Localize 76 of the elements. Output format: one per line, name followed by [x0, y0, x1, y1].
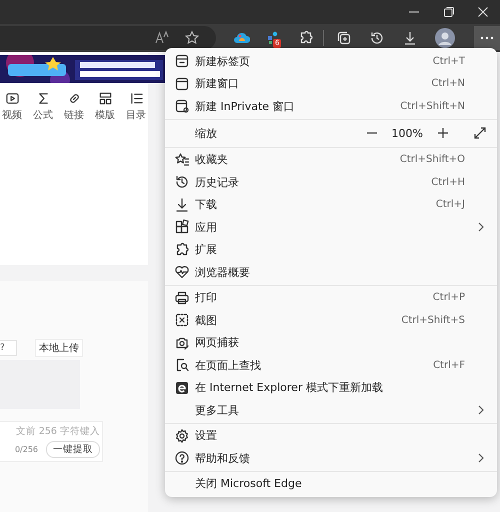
apps-icon: [174, 219, 190, 236]
ie-icon: [174, 380, 190, 396]
find-on-page-icon: [174, 357, 190, 374]
shortcut-text: Ctrl+Shift+O: [400, 154, 465, 166]
character-count: 0/256: [14, 445, 38, 454]
menu-item[interactable]: 截图 Ctrl+Shift+S: [165, 309, 497, 332]
more-icon: [480, 36, 494, 40]
extract-button[interactable]: 一键提取: [46, 441, 100, 458]
chevron-right-icon: [477, 405, 485, 416]
menu-item[interactable]: 打印 Ctrl+P: [165, 286, 497, 309]
chevron-right-icon: [477, 222, 485, 232]
restore-icon[interactable]: [443, 6, 455, 18]
cloud-icon[interactable]: [234, 31, 250, 45]
editor-tool-button[interactable]: 公式: [33, 91, 53, 122]
menu-item[interactable]: 应用: [165, 216, 497, 238]
shortcut-text: Ctrl+H: [431, 176, 465, 188]
editor-tool-button[interactable]: 目录: [126, 91, 146, 122]
shortcut-text: Ctrl+F: [433, 360, 465, 371]
outline-list-icon: [128, 91, 144, 106]
summary-field[interactable]: 文前 256 字符键入 0/256 一键提取: [0, 421, 103, 462]
editor-tool-button[interactable]: 视频: [2, 91, 22, 122]
collections-icon[interactable]: [336, 30, 352, 46]
menu-item[interactable]: 浏览器概要: [165, 261, 497, 284]
menu-item[interactable]: 新建 InPrivate 窗口 Ctrl+Shift+N: [165, 95, 497, 118]
menu-item[interactable]: 设置: [165, 424, 497, 447]
menu-item[interactable]: 历史记录 Ctrl+H: [165, 171, 497, 194]
editor-tool-button[interactable]: 链接: [64, 91, 84, 122]
zoom-level: 100%: [392, 126, 423, 140]
menu-item[interactable]: 扩展: [165, 238, 497, 261]
printer-icon: [174, 290, 190, 306]
inprivate-window-icon: [174, 98, 190, 114]
menu-item[interactable]: 网页捕获: [165, 332, 497, 354]
menu-item[interactable]: 下载 Ctrl+J: [165, 194, 497, 216]
shortcut-text: Ctrl+Shift+S: [401, 314, 465, 326]
layout-icon: [98, 91, 112, 106]
shortcut-text: Ctrl+N: [431, 78, 465, 90]
menu-item[interactable]: 更多工具: [165, 399, 497, 422]
history-icon[interactable]: [369, 30, 385, 46]
puzzle-icon[interactable]: [298, 30, 314, 46]
puzzle-icon: [174, 242, 190, 258]
help-icon: [174, 450, 190, 466]
settings-icon: [174, 428, 190, 444]
address-bar[interactable]: [0, 26, 216, 50]
more-menu-button[interactable]: [474, 26, 500, 50]
shortcut-text: Ctrl+T: [432, 56, 465, 67]
menu-item[interactable]: 关闭 Microsoft Edge: [165, 472, 497, 495]
upload-button[interactable]: 本地上传: [35, 339, 83, 357]
window-icon: [174, 76, 190, 92]
close-icon[interactable]: [477, 6, 489, 18]
menu-item[interactable]: 在页面上查找 Ctrl+F: [165, 354, 497, 376]
star-icon[interactable]: [184, 30, 200, 46]
shortcut-text: Ctrl+Shift+N: [400, 100, 465, 112]
editor-tool-button[interactable]: 模版: [95, 91, 115, 122]
video-icon: [4, 91, 20, 106]
download-icon[interactable]: [402, 30, 418, 46]
menu-item[interactable]: 在 Internet Explorer 模式下重新加载: [165, 376, 497, 399]
download-icon: [174, 196, 190, 213]
zoom-label: 缩放: [194, 126, 218, 140]
menu-item[interactable]: 新建标签页 Ctrl+T: [165, 50, 497, 72]
url-field[interactable]: ?: [0, 340, 17, 356]
read-aloud-icon[interactable]: [154, 30, 170, 46]
history-icon: [174, 174, 190, 190]
new-tab-icon: [174, 53, 190, 70]
zoom-in-icon[interactable]: [437, 127, 449, 139]
summary-placeholder: 文前 256 字符键入: [16, 425, 100, 438]
menu-item[interactable]: 帮助和反馈: [165, 447, 497, 470]
menu-item[interactable]: 收藏夹 Ctrl+Shift+O: [165, 148, 497, 171]
chevron-right-icon: [477, 453, 485, 464]
heart-pulse-icon: [174, 264, 190, 280]
menu-item[interactable]: 新建窗口 Ctrl+N: [165, 72, 497, 95]
fullscreen-icon[interactable]: [473, 126, 487, 140]
shortcut-text: Ctrl+J: [436, 199, 465, 210]
avatar[interactable]: [435, 28, 455, 48]
shortcut-text: Ctrl+P: [432, 292, 465, 304]
star-list-icon: [174, 152, 190, 168]
screenshot-icon: [174, 312, 190, 328]
